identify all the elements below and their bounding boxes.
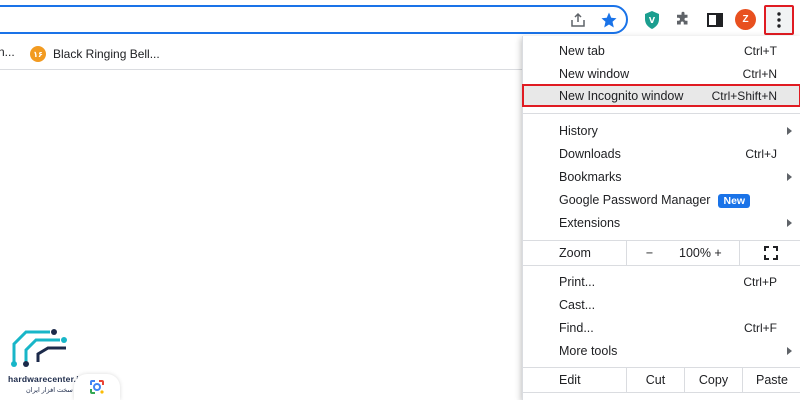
cut-button[interactable]: Cut (626, 368, 684, 392)
menu-item-extensions[interactable]: Extensions (523, 211, 800, 234)
fullscreen-button[interactable] (739, 241, 800, 265)
menu-item-history[interactable]: History (523, 119, 800, 142)
menu-item-print[interactable]: Print... Ctrl+P (523, 270, 800, 293)
submenu-arrow-icon (787, 346, 792, 355)
side-panel-icon[interactable] (703, 8, 727, 32)
edit-row: Edit Cut Copy Paste (523, 367, 800, 393)
bookmark-favicon-icon: ۱۶ (30, 46, 46, 62)
menu-item-downloads[interactable]: Downloads Ctrl+J (523, 142, 800, 165)
zoom-out-button[interactable]: − (626, 241, 672, 265)
copy-button[interactable]: Copy (684, 368, 742, 392)
puzzle-icon[interactable] (671, 8, 695, 32)
menu-item-more-tools[interactable]: More tools (523, 339, 800, 362)
menu-item-cast[interactable]: Cast... (523, 293, 800, 316)
submenu-arrow-icon (787, 218, 792, 227)
profile-avatar[interactable]: Z (735, 9, 756, 30)
zoom-in-button[interactable]: + (708, 241, 728, 265)
share-icon[interactable] (567, 9, 589, 31)
svg-text:V: V (649, 16, 656, 25)
bookmark-item[interactable]: ۱۶ Black Ringing Bell... (30, 43, 160, 65)
menu-item-new-window[interactable]: New window Ctrl+N (523, 62, 800, 85)
menu-item-new-tab[interactable]: New tab Ctrl+T (523, 39, 800, 62)
menu-separator (523, 113, 800, 114)
browser-toolbar: V Z (0, 0, 800, 38)
profile-initial: Z (742, 14, 749, 25)
menu-item-bookmarks[interactable]: Bookmarks (523, 165, 800, 188)
menu-item-find[interactable]: Find... Ctrl+F (523, 316, 800, 339)
kebab-menu-icon[interactable] (764, 5, 794, 35)
password-manager-label: Google Password Manager (559, 192, 711, 207)
edit-label: Edit (559, 373, 581, 387)
menu-item-password-manager[interactable]: Google Password Manager New (523, 188, 800, 211)
chrome-menu: New tab Ctrl+T New window Ctrl+N New Inc… (522, 36, 800, 400)
browser-window: V Z n... ۱۶ Black Ringing Bell... hardwa… (0, 0, 800, 400)
address-bar[interactable] (0, 5, 628, 34)
bookmark-partial[interactable]: n... (0, 45, 15, 59)
menu-item-new-incognito-window[interactable]: New Incognito window Ctrl+Shift+N (522, 84, 800, 107)
submenu-arrow-icon (787, 126, 792, 135)
google-lens-icon[interactable] (74, 374, 120, 400)
bookmark-label: Black Ringing Bell... (53, 47, 160, 61)
submenu-arrow-icon (787, 172, 792, 181)
paste-button[interactable]: Paste (742, 368, 800, 392)
zoom-label: Zoom (559, 246, 591, 260)
watermark-site: hardwarecenter.ir (8, 374, 83, 384)
bookmark-star-icon[interactable] (598, 9, 620, 31)
fullscreen-icon (763, 246, 778, 260)
zoom-row: Zoom − 100% + (523, 240, 800, 266)
extension-shield-icon[interactable]: V (640, 8, 664, 32)
circuit-logo-icon (11, 329, 67, 367)
new-badge: New (718, 193, 751, 208)
